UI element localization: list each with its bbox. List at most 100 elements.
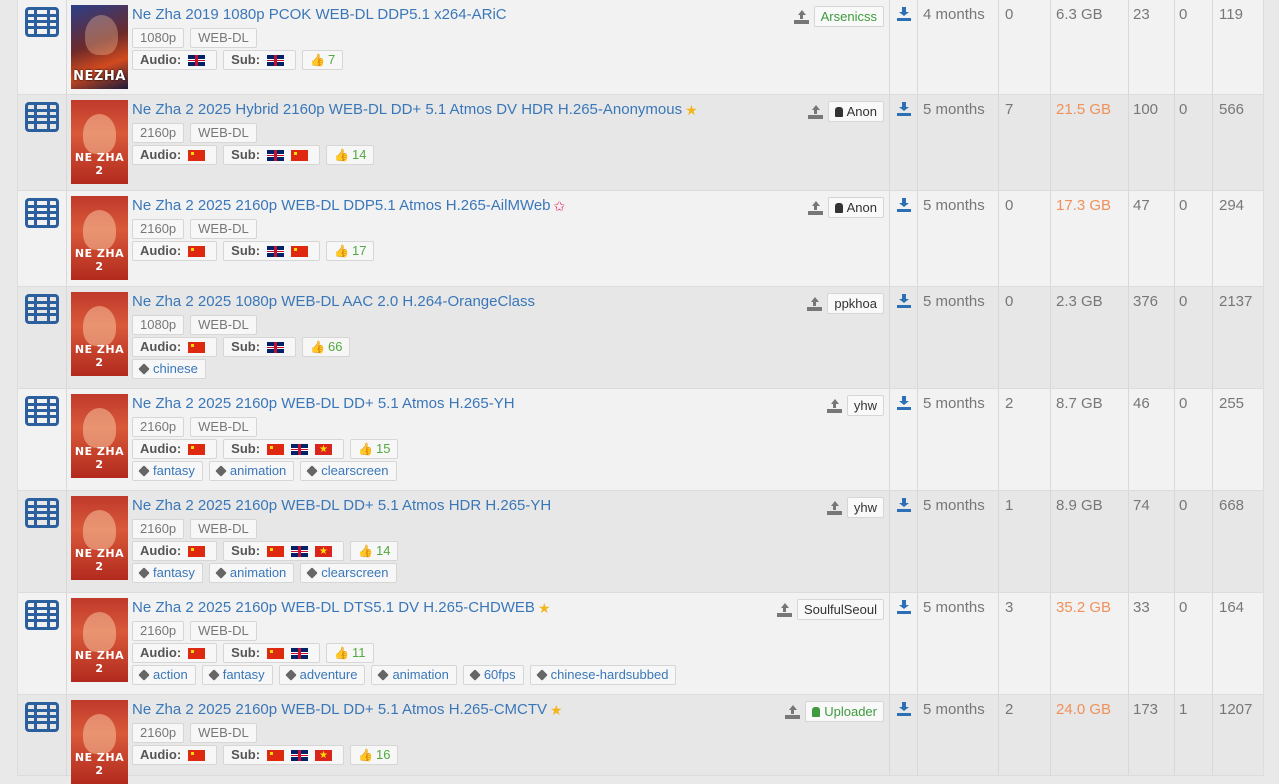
genre-tag[interactable]: animation (208, 461, 295, 481)
torrent-title-text[interactable]: Ne Zha 2 2025 2160p WEB-DL DD+ 5.1 Atmos… (132, 394, 515, 414)
uploader-name[interactable]: yhw (846, 395, 884, 416)
download-cell[interactable] (890, 287, 918, 388)
poster-image[interactable]: NE ZHA 2 (71, 598, 128, 682)
category-cell[interactable] (18, 95, 67, 190)
torrent-title-link[interactable]: Ne Zha 2 2025 2160p WEB-DL DTS5.1 DV H.2… (132, 598, 885, 618)
likes-badge[interactable]: 👍 7 (302, 50, 344, 70)
film-category-icon[interactable] (25, 198, 59, 228)
poster-image[interactable]: NEZHA (71, 5, 128, 89)
uploader-name[interactable]: Uploader (805, 701, 884, 722)
genre-tag[interactable]: animation (371, 665, 457, 685)
category-cell[interactable] (18, 191, 67, 286)
torrent-title-link[interactable]: Ne Zha 2 2025 Hybrid 2160p WEB-DL DD+ 5.… (132, 100, 885, 120)
download-cell[interactable] (890, 695, 918, 775)
torrent-title-link[interactable]: Ne Zha 2 2025 2160p WEB-DL DDP5.1 Atmos … (132, 196, 885, 216)
category-cell[interactable] (18, 389, 67, 490)
torrent-title-link[interactable]: Ne Zha 2 2025 2160p WEB-DL DD+ 5.1 Atmos… (132, 496, 885, 516)
torrent-details: Ne Zha 2 2025 2160p WEB-DL DTS5.1 DV H.2… (132, 598, 885, 690)
genre-tag[interactable]: clearscreen (300, 563, 397, 583)
genre-tag[interactable]: fantasy (132, 461, 203, 481)
poster-image[interactable]: NE ZHA 2 (71, 196, 128, 280)
download-icon[interactable] (896, 396, 911, 410)
torrent-title-text[interactable]: Ne Zha 2 2025 2160p WEB-DL DTS5.1 DV H.2… (132, 598, 535, 618)
torrent-title-link[interactable]: Ne Zha 2 2025 1080p WEB-DL AAC 2.0 H.264… (132, 292, 885, 312)
download-icon[interactable] (896, 198, 911, 212)
comments-cell: 2 (999, 389, 1051, 490)
uploader-name[interactable]: Anon (827, 197, 884, 218)
film-category-icon[interactable] (25, 102, 59, 132)
pink-star-icon: ✩ (553, 198, 566, 214)
download-icon[interactable] (896, 600, 911, 614)
likes-badge[interactable]: 👍 11 (326, 643, 374, 663)
download-cell[interactable] (890, 0, 918, 94)
uploader-name[interactable]: yhw (846, 497, 884, 518)
torrent-title-text[interactable]: Ne Zha 2 2025 Hybrid 2160p WEB-DL DD+ 5.… (132, 100, 682, 120)
tag-icon (215, 567, 227, 579)
torrent-details: Ne Zha 2 2025 Hybrid 2160p WEB-DL DD+ 5.… (132, 100, 885, 186)
uploader-name[interactable]: SoulfulSeoul (797, 599, 884, 620)
genre-tag[interactable]: action (132, 665, 196, 685)
film-category-icon[interactable] (25, 396, 59, 426)
likes-badge[interactable]: 👍 16 (350, 745, 399, 765)
category-cell[interactable] (18, 0, 67, 94)
torrent-info-cell: NE ZHA 2 Ne Zha 2 2025 2160p WEB-DL DDP5.… (67, 191, 890, 286)
genre-label: fantasy (153, 565, 195, 580)
film-category-icon[interactable] (25, 702, 59, 732)
uploader-name-text: Uploader (824, 704, 877, 719)
genre-tag[interactable]: fantasy (201, 665, 273, 685)
download-icon[interactable] (896, 7, 911, 21)
download-cell[interactable] (890, 95, 918, 190)
torrent-title-link[interactable]: Ne Zha 2 2025 2160p WEB-DL DD+ 5.1 Atmos… (132, 700, 885, 720)
download-icon[interactable] (896, 498, 911, 512)
download-icon[interactable] (896, 294, 911, 308)
genre-tag[interactable]: animation (208, 563, 295, 583)
likes-badge[interactable]: 👍 66 (302, 337, 351, 357)
torrent-title-text[interactable]: Ne Zha 2019 1080p PCOK WEB-DL DDP5.1 x26… (132, 5, 507, 25)
download-icon[interactable] (896, 102, 911, 116)
torrent-title-text[interactable]: Ne Zha 2 2025 2160p WEB-DL DD+ 5.1 Atmos… (132, 496, 551, 516)
likes-badge[interactable]: 👍 15 (350, 439, 399, 459)
download-cell[interactable] (890, 491, 918, 592)
torrent-title-text[interactable]: Ne Zha 2 2025 1080p WEB-DL AAC 2.0 H.264… (132, 292, 535, 312)
poster-image[interactable]: NE ZHA 2 (71, 394, 128, 478)
tag-icon (138, 465, 150, 477)
download-icon[interactable] (896, 702, 911, 716)
genre-tag[interactable]: clearscreen (300, 461, 397, 481)
download-cell[interactable] (890, 593, 918, 694)
poster-image[interactable]: NE ZHA 2 (71, 100, 128, 184)
size-cell: 6.3 GB (1051, 0, 1129, 94)
size-cell: 21.5 GB (1051, 95, 1129, 190)
likes-badge[interactable]: 👍 14 (350, 541, 399, 561)
quality-tags: 1080p WEB-DL (132, 315, 885, 335)
uploader-name[interactable]: ppkhoa (827, 293, 884, 314)
likes-badge[interactable]: 👍 14 (326, 145, 375, 165)
genre-tag[interactable]: 60fps (462, 665, 524, 685)
quality-tags: 2160p WEB-DL (132, 123, 885, 143)
genre-tag[interactable]: fantasy (132, 563, 203, 583)
film-category-icon[interactable] (25, 600, 59, 630)
size-cell: 17.3 GB (1051, 191, 1129, 286)
likes-badge[interactable]: 👍 17 (326, 241, 375, 261)
poster-image[interactable]: NE ZHA 2 (71, 292, 128, 376)
torrent-title-link[interactable]: Ne Zha 2019 1080p PCOK WEB-DL DDP5.1 x26… (132, 5, 885, 25)
category-cell[interactable] (18, 593, 67, 694)
film-category-icon[interactable] (25, 7, 59, 37)
torrent-title-link[interactable]: Ne Zha 2 2025 2160p WEB-DL DD+ 5.1 Atmos… (132, 394, 885, 414)
film-category-icon[interactable] (25, 498, 59, 528)
uploader-name[interactable]: Arsenicss (813, 6, 884, 27)
download-cell[interactable] (890, 389, 918, 490)
film-category-icon[interactable] (25, 294, 59, 324)
category-cell[interactable] (18, 287, 67, 388)
category-cell[interactable] (18, 491, 67, 592)
download-cell[interactable] (890, 191, 918, 286)
category-cell[interactable] (18, 695, 67, 775)
torrent-title-text[interactable]: Ne Zha 2 2025 2160p WEB-DL DDP5.1 Atmos … (132, 196, 551, 216)
torrent-title-text[interactable]: Ne Zha 2 2025 2160p WEB-DL DD+ 5.1 Atmos… (132, 700, 547, 720)
genre-tag[interactable]: chinese (132, 359, 206, 379)
genre-tag[interactable]: chinese-hardsubbed (529, 665, 677, 685)
leechers-cell: 0 (1175, 191, 1213, 286)
poster-image[interactable]: NE ZHA 2 (71, 700, 128, 784)
genre-tag[interactable]: adventure (278, 665, 366, 685)
poster-image[interactable]: NE ZHA 2 (71, 496, 128, 580)
uploader-name[interactable]: Anon (827, 101, 884, 122)
